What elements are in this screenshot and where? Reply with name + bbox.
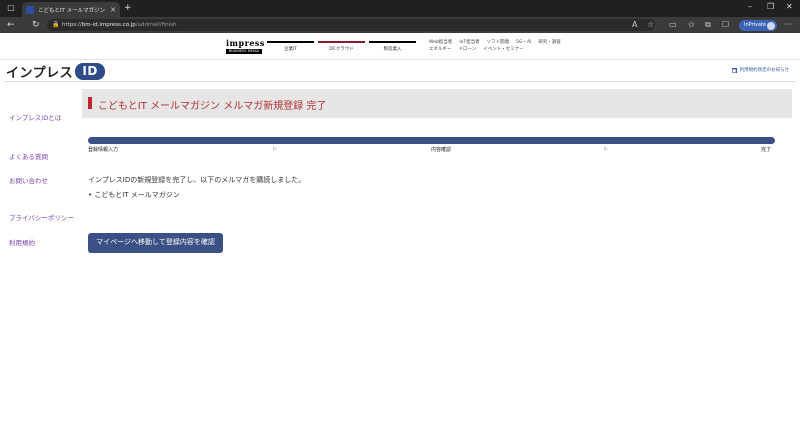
title-accent	[88, 97, 92, 109]
tab-bar-indicator	[318, 41, 365, 43]
page-title: こどもとIT メールマガジン メルマガ新規登録 完了	[98, 101, 327, 112]
browser-tab-bar: ▢ こどもとIT メールマガジン メルマガ新規登 ✕ + – ❐ ✕	[0, 0, 800, 17]
sidebar-item-privacy[interactable]: プライバシーポリシー	[9, 212, 74, 222]
inprivate-label: InPrivate	[744, 22, 767, 28]
sidebar-item-contact[interactable]: お問い合わせ	[9, 175, 48, 185]
read-aloud-icon[interactable]: A	[632, 20, 637, 30]
tab-favicon-icon	[26, 5, 34, 14]
minimize-icon[interactable]: –	[748, 2, 752, 11]
address-input[interactable]: 🔒 https://bm-id.impress.co.jp/addmail/fi…	[47, 19, 655, 31]
header-links: Web担当者 IoT担当者 ソフト開発 5G・AI 研究・調査 エネルギー ドローン イベン…	[429, 40, 568, 53]
sidebar-item-faq[interactable]: よくある質問	[9, 151, 48, 161]
collections-icon[interactable]: ⧉	[705, 20, 711, 30]
header-link[interactable]: 研究・調査	[538, 40, 561, 45]
header-tab-dc-cloud[interactable]: DCクラウド	[318, 41, 365, 53]
tab-bar-indicator	[369, 41, 416, 43]
split-screen-icon[interactable]: ▭	[669, 20, 677, 30]
header-tab-manufacturing[interactable]: 製造業入	[369, 41, 416, 53]
header-link[interactable]: エネルギー	[429, 47, 452, 52]
subscribed-list-item: • こどもとIT メールマガジン	[88, 191, 180, 199]
tab-title: こどもとIT メールマガジン メルマガ新規登	[38, 7, 107, 14]
progress-bar	[88, 137, 775, 144]
header-link[interactable]: Web担当者	[429, 40, 452, 45]
terms-notice-label: 利用規約改定のお知らせ	[739, 68, 789, 73]
url-path: /addmail/finish	[135, 22, 177, 28]
address-toolbar: ← ↻ 🔒 https://bm-id.impress.co.jp/addmai…	[0, 17, 800, 33]
go-to-mypage-button[interactable]: マイページへ移動して登録内容を確認	[88, 233, 223, 253]
header-link[interactable]: IoT担当者	[459, 40, 479, 45]
more-menu-icon[interactable]: ···	[784, 20, 792, 30]
header-tab-label: 製造業入	[383, 47, 402, 52]
step-arrow-icon: ▷	[273, 146, 277, 152]
profile-avatar	[767, 21, 775, 30]
favorites-icon[interactable]: ✩	[688, 20, 695, 30]
terms-notice-link[interactable]: ■ 利用規約改定のお知らせ	[731, 67, 789, 73]
step-confirm: 内容確認	[431, 147, 452, 153]
back-icon[interactable]: ←	[7, 19, 15, 31]
restore-icon[interactable]: ❐	[767, 2, 774, 11]
refresh-icon[interactable]: ↻	[32, 19, 40, 31]
completion-message: インプレスIDの新規登録を完了し、以下のメルマガを購読しました。	[88, 176, 306, 184]
url-host: bm-id.impress.co.jp	[81, 22, 136, 28]
tab-bar-indicator	[267, 41, 314, 43]
impress-logo[interactable]: impress BUSINESS MEDIA	[226, 38, 265, 56]
header-divider	[0, 59, 800, 60]
sidebar-item-terms[interactable]: 利用規約	[9, 237, 35, 247]
close-window-icon[interactable]: ✕	[786, 2, 793, 11]
id-badge: ID	[75, 63, 106, 80]
logo-subtitle: BUSINESS MEDIA	[226, 49, 262, 54]
impress-id-logo[interactable]: インプレス ID	[6, 62, 106, 81]
step-input: 登録情報入力	[88, 147, 119, 153]
header-link[interactable]: 5G・AI	[516, 40, 531, 45]
header-link[interactable]: ソフト開発	[487, 40, 510, 45]
sidebar-item-about[interactable]: インプレスIDとは	[9, 112, 61, 122]
url-scheme: https://	[62, 22, 82, 28]
brand-name: インプレス	[6, 66, 74, 81]
browser-tab[interactable]: こどもとIT メールマガジン メルマガ新規登 ✕	[22, 2, 120, 17]
inprivate-badge[interactable]: InPrivate	[739, 20, 777, 31]
step-arrow-icon: ▷	[604, 146, 608, 152]
header-tab-label: 企業IT	[283, 47, 298, 52]
header-link[interactable]: ドローン	[459, 47, 477, 52]
feedback-icon[interactable]: ☐	[722, 20, 729, 30]
page-title-bar: こどもとIT メールマガジン メルマガ新規登録 完了	[82, 89, 792, 118]
new-tab-icon[interactable]: +	[124, 3, 132, 13]
header-link[interactable]: イベント・セミナー	[483, 47, 524, 52]
favorite-star-icon[interactable]: ☆	[647, 20, 654, 30]
step-complete: 完了	[761, 147, 772, 153]
brand-divider	[4, 81, 796, 82]
header-tab-enterprise[interactable]: 企業IT	[267, 41, 314, 53]
header-tab-label: DCクラウド	[329, 47, 354, 52]
tab-close-icon[interactable]: ✕	[110, 6, 116, 14]
logo-wordmark: impress	[226, 38, 265, 48]
window-menu-icon[interactable]: ▢	[6, 3, 16, 13]
impress-header: impress BUSINESS MEDIA 企業IT DCクラウド 製造業入 …	[0, 33, 800, 59]
notice-icon: ■	[731, 67, 737, 73]
lock-icon: 🔒	[52, 21, 60, 28]
